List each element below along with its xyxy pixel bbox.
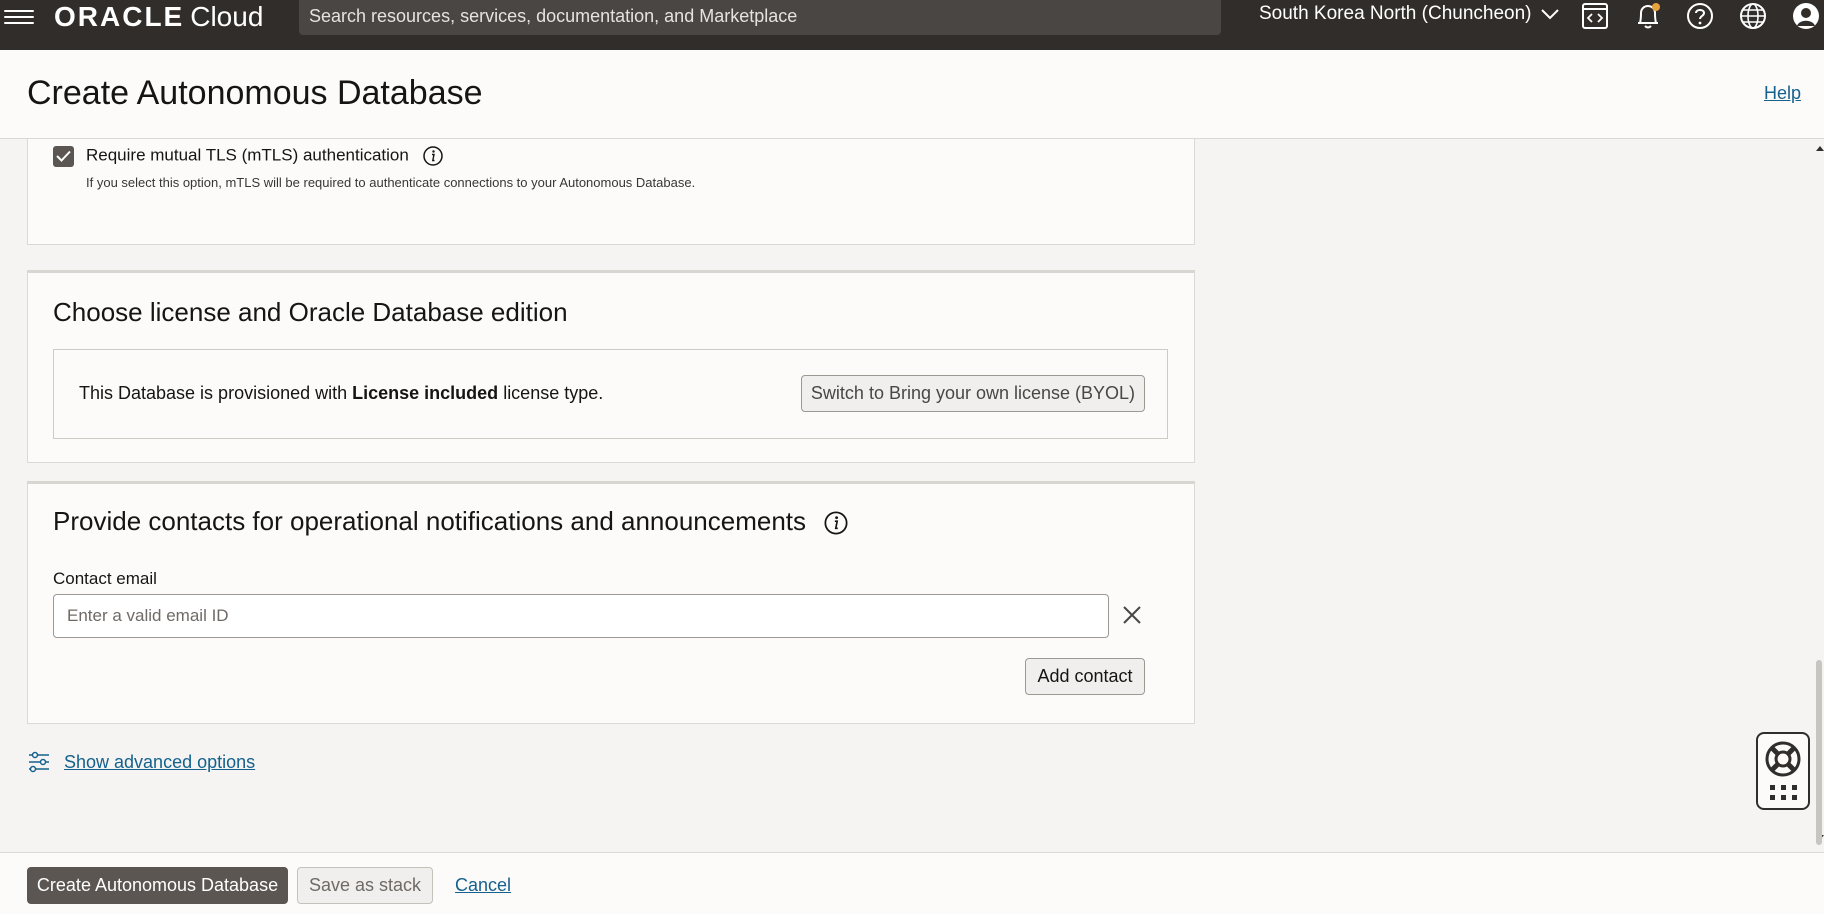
license-text: This Database is provisioned with Licens… [79,383,603,404]
help-question-icon[interactable] [1684,0,1716,32]
cancel-link[interactable]: Cancel [455,875,511,896]
contacts-panel: Provide contacts for operational notific… [27,481,1195,724]
search-placeholder: Search resources, services, documentatio… [309,6,798,26]
create-autonomous-database-button[interactable]: Create Autonomous Database [27,867,288,904]
license-type: License included [352,383,499,403]
notifications-bell-icon[interactable] [1632,0,1664,32]
code-editor-icon[interactable] [1579,0,1611,32]
help-link[interactable]: Help [1764,83,1801,104]
show-advanced-options-label: Show advanced options [64,751,256,772]
contact-email-label: Contact email [53,569,157,588]
switch-byol-button[interactable]: Switch to Bring your own license (BYOL) [801,375,1145,412]
page-title: Create Autonomous Database [27,74,483,112]
license-section-title: Choose license and Oracle Database editi… [53,297,568,327]
scroll-up-arrow-icon [1816,146,1824,151]
checkmark-icon [56,150,71,162]
global-search-input[interactable]: Search resources, services, documentatio… [299,0,1221,35]
page-footer: Create Autonomous Database Save as stack… [0,852,1824,914]
global-header: ORACLE Cloud Search resources, services, … [0,0,1824,50]
oracle-cloud-logo[interactable]: ORACLE Cloud [54,2,263,32]
support-help-widget[interactable] [1756,732,1810,810]
network-access-panel: Require mutual TLS (mTLS) authentication… [27,139,1195,245]
license-panel: Choose license and Oracle Database editi… [27,270,1195,463]
license-text-suffix: license type. [498,383,604,403]
region-label: South Korea North (Chuncheon) [1259,3,1532,24]
show-advanced-options-link[interactable]: Show advanced options [27,750,255,774]
logo-brand: ORACLE [54,1,185,32]
sliders-icon [29,751,49,773]
contacts-title-text: Provide contacts for operational notific… [53,506,807,536]
mtls-label: Require mutual TLS (mTLS) authentication [86,145,444,167]
language-globe-icon[interactable] [1737,0,1769,32]
info-icon[interactable] [823,510,849,536]
region-selector[interactable]: South Korea North (Chuncheon) [1259,2,1559,26]
contact-email-input[interactable] [53,594,1109,638]
mtls-help-text: If you select this option, mTLS will be … [86,175,696,190]
license-info-box: This Database is provisioned with Licens… [53,349,1168,439]
add-contact-button[interactable]: Add contact [1025,658,1145,695]
remove-contact-button[interactable] [1119,602,1145,628]
scrollbar-thumb[interactable] [1816,660,1822,845]
save-as-stack-button[interactable]: Save as stack [297,867,433,904]
chevron-down-icon [1541,9,1559,20]
logo-product: Cloud [190,1,264,32]
contacts-section-title: Provide contacts for operational notific… [53,506,849,537]
user-profile-icon[interactable] [1790,0,1822,32]
info-icon[interactable] [422,145,444,167]
mtls-checkbox[interactable] [53,146,74,167]
mtls-label-text: Require mutual TLS (mTLS) authentication [86,145,409,165]
page-header: Create Autonomous Database Help [0,50,1824,139]
close-icon [1123,606,1141,624]
license-text-prefix: This Database is provisioned with [79,383,353,403]
lifebuoy-icon [1765,741,1801,777]
apps-grid-icon [1770,785,1797,800]
hamburger-menu-icon[interactable] [4,6,34,28]
